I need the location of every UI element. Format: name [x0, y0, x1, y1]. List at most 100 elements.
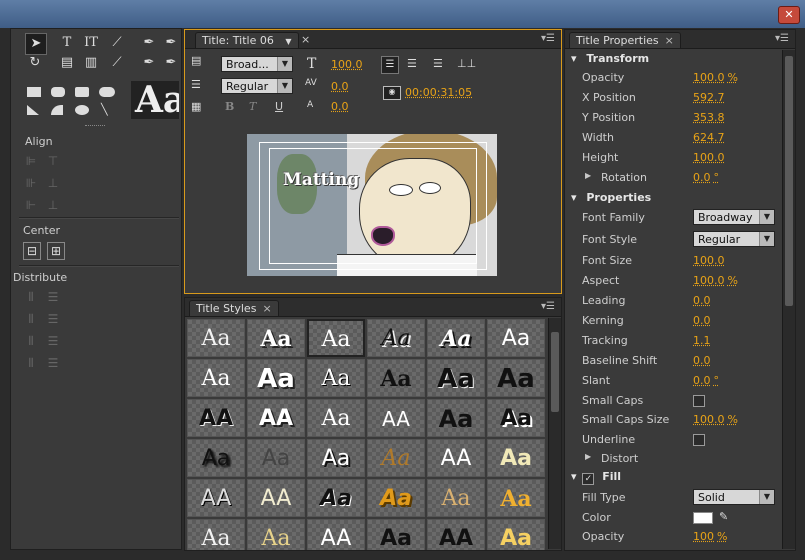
style-swatch[interactable]: Aa — [367, 359, 425, 397]
underline-button[interactable]: U — [275, 100, 283, 113]
style-swatch[interactable]: AA — [427, 519, 485, 550]
kerning-value[interactable]: 0.0 — [693, 314, 711, 327]
style-swatch[interactable]: Aa — [367, 519, 425, 550]
style-swatch[interactable]: Aa — [367, 479, 425, 517]
styles-scrollbar[interactable] — [548, 318, 561, 549]
style-swatch[interactable]: Aa — [247, 439, 305, 477]
pen-tool-button[interactable]: ✒ — [139, 33, 159, 53]
aspect-value[interactable]: 100.0% — [693, 274, 738, 287]
italic-button[interactable]: T — [249, 100, 256, 113]
align-hcenter-icon[interactable]: ⊪ — [23, 175, 39, 191]
expand-arrow-icon[interactable]: ▶ — [585, 171, 591, 180]
canvas-title-text[interactable]: Matting — [283, 170, 359, 190]
title-canvas[interactable]: Matting — [247, 134, 497, 276]
kerning-value[interactable]: 0.0 — [331, 80, 349, 93]
panel-menu-icon[interactable]: ▾☰ — [775, 33, 789, 44]
center-vertical-icon[interactable]: ⊞ — [47, 242, 65, 260]
font-style-select[interactable]: Regular ▼ — [693, 231, 775, 247]
slant-value[interactable]: 0.0 ° — [693, 374, 719, 387]
style-swatch[interactable]: Aa — [487, 399, 545, 437]
align-top-icon[interactable]: ⊤ — [45, 153, 61, 169]
window-close-button[interactable]: ✕ — [778, 6, 800, 24]
style-swatch[interactable]: AA — [187, 479, 245, 517]
align-left-icon[interactable]: ⊫ — [23, 153, 39, 169]
convert-anchor-tool-button[interactable]: ✒ — [161, 53, 181, 73]
fill-type-select[interactable]: Solid ▼ — [693, 489, 775, 505]
align-right-icon[interactable]: ⊩ — [23, 197, 39, 213]
style-swatch[interactable]: Aa — [487, 319, 545, 357]
distribute-bottom-icon[interactable]: ☰ — [45, 333, 61, 349]
leading-value[interactable]: 0.0 — [331, 100, 349, 113]
style-swatch[interactable]: Aa — [307, 479, 365, 517]
style-swatch[interactable]: Aa — [427, 479, 485, 517]
font-size-value[interactable]: 100.0 — [331, 58, 363, 71]
template-icon[interactable]: ▦ — [191, 100, 201, 113]
tab-title-properties[interactable]: Title Properties × — [569, 32, 681, 48]
font-size-value[interactable]: 100.0 — [693, 254, 725, 267]
style-swatch[interactable]: Aa — [487, 479, 545, 517]
tab-title[interactable]: Title: Title 06 ▼ — [195, 32, 299, 48]
style-swatch[interactable]: Aa — [487, 359, 545, 397]
tab-stops-button[interactable]: ⊥⊥ — [457, 57, 476, 70]
style-swatch[interactable]: Aa — [367, 319, 425, 357]
path-type-tool-button[interactable]: ⟋ — [107, 33, 127, 53]
show-video-icon[interactable]: ◉ — [383, 86, 401, 100]
clipped-rectangle-tool-button[interactable] — [75, 87, 89, 97]
ellipse-tool-button[interactable] — [75, 105, 89, 115]
arc-tool-button[interactable] — [51, 105, 63, 115]
style-swatch[interactable]: AA — [307, 519, 365, 550]
style-swatch[interactable]: Aa — [187, 319, 245, 357]
prop-rotation[interactable]: ▶ Rotation 0.0 ° — [565, 168, 775, 188]
fill-section-header[interactable]: ▾ ✓ Fill — [571, 470, 621, 485]
color-swatch[interactable] — [693, 512, 713, 524]
font-family-select[interactable]: Broad... ▼ — [221, 56, 293, 72]
style-swatch[interactable]: Aa — [247, 359, 305, 397]
align-vcenter-icon[interactable]: ⊥ — [45, 175, 61, 191]
align-left-text-button[interactable]: ☰ — [381, 56, 399, 74]
style-swatch[interactable]: Aa — [307, 439, 365, 477]
tab-title-styles[interactable]: Title Styles × — [189, 300, 279, 316]
panel-menu-icon[interactable]: ▾☰ — [541, 33, 555, 44]
style-swatch[interactable]: Aa — [307, 359, 365, 397]
style-swatch[interactable]: Aa — [487, 519, 545, 550]
new-title-icon[interactable]: ▤ — [191, 54, 201, 67]
type-tool-button[interactable]: T — [57, 33, 77, 53]
style-swatch[interactable]: Aa — [307, 319, 365, 357]
center-horizontal-icon[interactable]: ⊟ — [23, 242, 41, 260]
properties-scrollbar[interactable] — [782, 50, 795, 549]
style-swatch[interactable]: Aa — [487, 439, 545, 477]
panel-gripper[interactable] — [85, 125, 105, 128]
underline-checkbox[interactable] — [693, 434, 705, 446]
bold-button[interactable]: B — [225, 100, 234, 113]
style-swatch[interactable]: Aa — [187, 439, 245, 477]
tracking-value[interactable]: 1.1 — [693, 334, 711, 347]
distribute-hcenter-icon[interactable]: ⫴ — [23, 311, 39, 327]
font-style-select[interactable]: Regular ▼ — [221, 78, 293, 94]
align-right-text-button[interactable]: ☰ — [433, 57, 443, 70]
rounded-rectangle-tool-button[interactable] — [51, 87, 65, 97]
add-anchor-tool-button[interactable]: ✒ — [161, 33, 181, 53]
tab-stops-icon[interactable]: ☰ — [191, 78, 201, 91]
y-position-value[interactable]: 353.8 — [693, 111, 725, 124]
properties-scrollbar-thumb[interactable] — [785, 56, 793, 306]
vertical-area-type-tool-button[interactable]: ▥ — [81, 53, 101, 73]
delete-anchor-tool-button[interactable]: ✒ — [139, 53, 159, 73]
properties-section-header[interactable]: ▾ Properties — [571, 191, 651, 204]
style-swatch[interactable]: Aa — [427, 319, 485, 357]
distribute-right-icon[interactable]: ⫴ — [23, 333, 39, 349]
style-swatch[interactable]: Aa — [187, 359, 245, 397]
opacity-value[interactable]: 100.0% — [693, 71, 738, 84]
baseline-shift-value[interactable]: 0.0 — [693, 354, 711, 367]
panel-menu-icon[interactable]: ▾☰ — [541, 301, 555, 312]
style-swatch[interactable]: AA — [427, 439, 485, 477]
style-swatch[interactable]: Aa — [367, 439, 425, 477]
eyedropper-icon[interactable]: ✎ — [719, 510, 728, 523]
distribute-left-icon[interactable]: ⫴ — [23, 289, 39, 305]
selection-tool-button[interactable]: ➤ — [25, 33, 47, 55]
height-value[interactable]: 100.0 — [693, 151, 725, 164]
x-position-value[interactable]: 592.7 — [693, 91, 725, 104]
align-bottom-icon[interactable]: ⊥ — [45, 197, 61, 213]
align-center-text-button[interactable]: ☰ — [407, 57, 417, 70]
distribute-vspace-icon[interactable]: ☰ — [45, 355, 61, 371]
area-type-tool-button[interactable]: ▤ — [57, 53, 77, 73]
